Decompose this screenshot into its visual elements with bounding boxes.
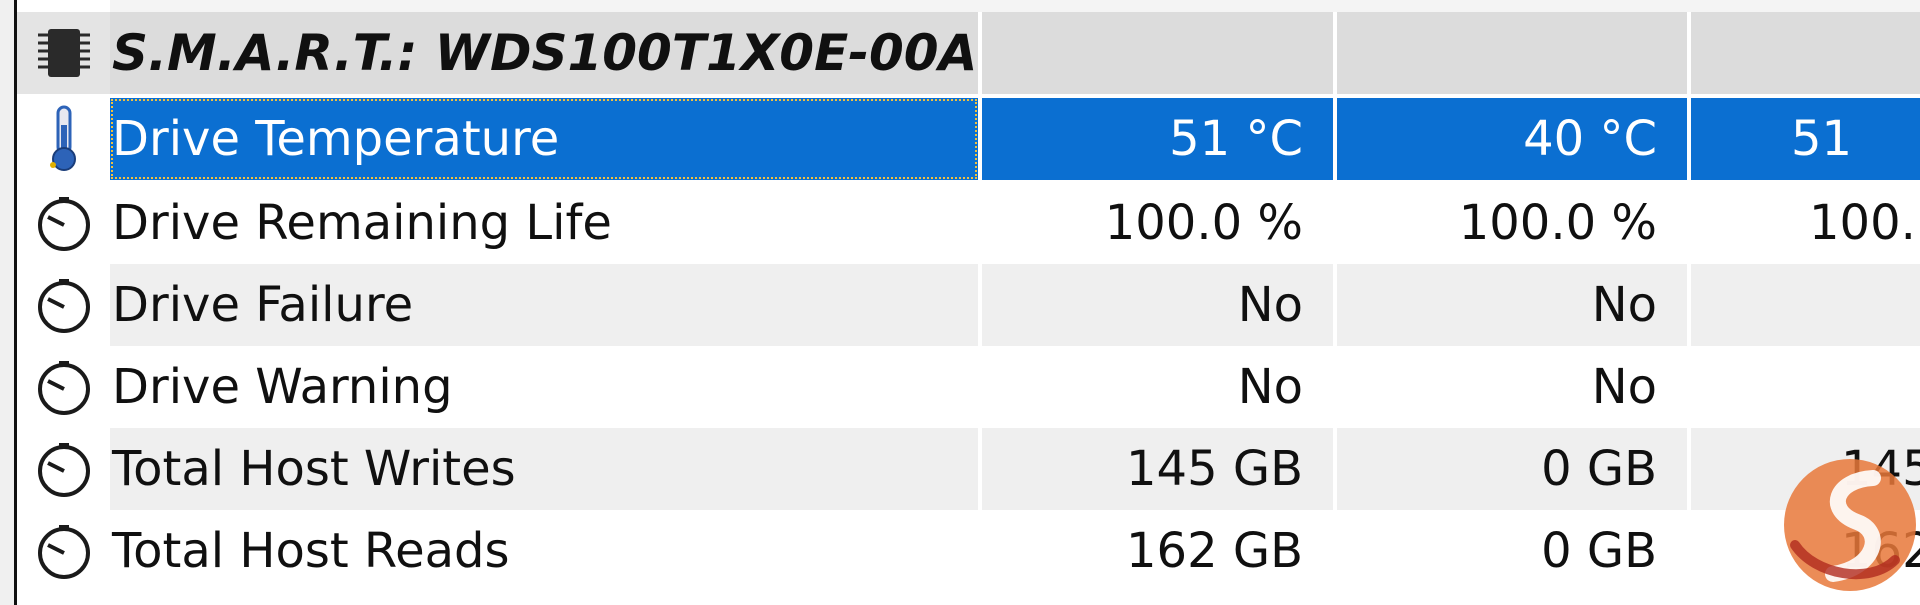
row-label: Total Host Writes (110, 428, 978, 510)
row-value-min: 0 GB (1337, 428, 1687, 510)
row-value-min: 40 °C (1337, 98, 1687, 180)
row-value-current: No (982, 346, 1333, 428)
chip-icon (17, 12, 110, 94)
row-value-current: 145 GB (982, 428, 1333, 510)
row-label: Drive Warning (110, 346, 978, 428)
row-value-max: 51 (1691, 98, 1920, 180)
table-row[interactable]: Total Host Reads 162 GB 0 GB 162 (17, 510, 1920, 592)
table-row[interactable]: Drive Remaining Life 100.0 % 100.0 % 100… (17, 182, 1920, 264)
row-label: Drive Failure (110, 264, 978, 346)
thermometer-icon (17, 98, 110, 180)
row-value-max (1691, 346, 1920, 428)
table-row[interactable]: Drive Warning No No (17, 346, 1920, 428)
table-row[interactable]: Total Host Writes 145 GB 0 GB 145 (17, 428, 1920, 510)
row-value-min: No (1337, 264, 1687, 346)
site-logo-watermark (1784, 459, 1916, 591)
row-label: Drive Remaining Life (110, 182, 978, 264)
row-value-current: No (982, 264, 1333, 346)
previous-row-strip (110, 0, 1920, 12)
row-label: Drive Temperature (110, 98, 978, 180)
section-title: S.M.A.R.T.: WDS100T1X0E-00A... (110, 12, 978, 94)
sensor-tree-grid: S.M.A.R.T.: WDS100T1X0E-00A... Drive Tem… (17, 0, 1920, 605)
row-value-min: 100.0 % (1337, 182, 1687, 264)
table-row[interactable]: Drive Temperature 51 °C 40 °C 51 (17, 98, 1920, 180)
row-value-max (1691, 264, 1920, 346)
gauge-icon (17, 264, 110, 346)
row-value-min: 0 GB (1337, 510, 1687, 592)
table-row[interactable]: Drive Failure No No (17, 264, 1920, 346)
row-value-current: 162 GB (982, 510, 1333, 592)
gauge-icon (17, 182, 110, 264)
row-value-current: 51 °C (982, 98, 1333, 180)
smart-section-header[interactable]: S.M.A.R.T.: WDS100T1X0E-00A... (17, 12, 1920, 94)
row-value-min: No (1337, 346, 1687, 428)
row-label: Total Host Reads (110, 510, 978, 592)
header-col-2 (1337, 12, 1687, 94)
gauge-icon (17, 346, 110, 428)
window-left-border (0, 0, 17, 605)
gauge-icon (17, 510, 110, 592)
row-value-current: 100.0 % (982, 182, 1333, 264)
header-col-1 (982, 12, 1333, 94)
gauge-icon (17, 428, 110, 510)
header-col-3 (1691, 12, 1920, 94)
row-value-max: 100.( (1691, 182, 1920, 264)
